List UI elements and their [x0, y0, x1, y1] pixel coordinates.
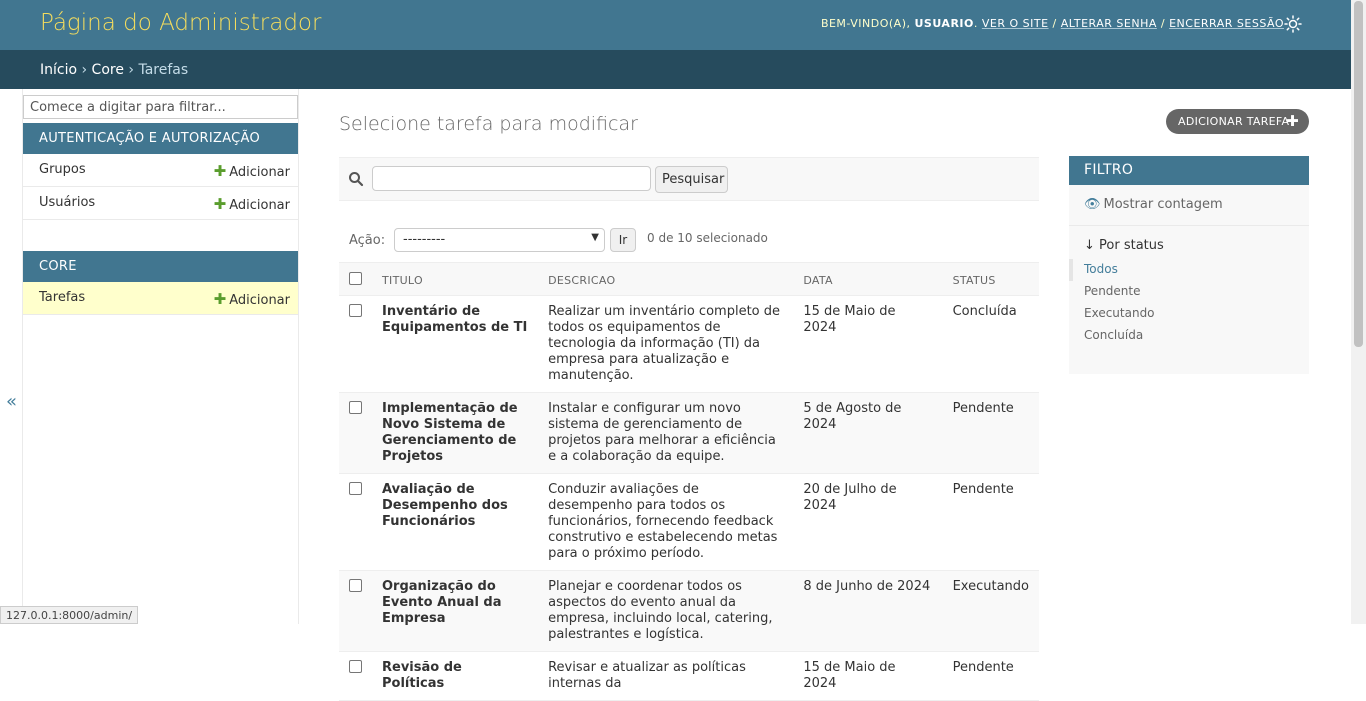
- sidebar-filter-input[interactable]: [23, 95, 298, 119]
- row-data: 15 de Maio de 2024: [793, 295, 943, 393]
- sidebar-item-label[interactable]: Usuários: [39, 195, 95, 210]
- search-input[interactable]: [372, 166, 651, 191]
- plus-icon: ✚: [213, 290, 227, 308]
- page-title: Selecione tarefa para modificar: [339, 113, 638, 135]
- page-scrollbar[interactable]: [1351, 0, 1366, 624]
- row-data: 5 de Agosto de 2024: [793, 392, 943, 474]
- nav-sidebar: Autenticação e Autorização Grupos ✚Adici…: [23, 89, 299, 624]
- module-caption-core[interactable]: Core: [23, 251, 298, 282]
- filter-option-todos[interactable]: Todos: [1069, 259, 1309, 281]
- row-select-cell: [339, 295, 372, 393]
- breadcrumb-app[interactable]: Core: [92, 62, 124, 78]
- plus-icon: ✚: [1286, 112, 1299, 130]
- site-header: Página do Administrador Bem-vindo(a), US…: [0, 0, 1351, 50]
- row-descricao: Planejar e coordenar todos os aspectos d…: [538, 570, 794, 652]
- row-data: 8 de Junho de 2024: [793, 570, 943, 652]
- row-checkbox[interactable]: [349, 660, 362, 673]
- add-grupo-link[interactable]: ✚ Adicionar: [214, 162, 290, 180]
- user-tools: Bem-vindo(a), USUARIO. Ver o site / Alte…: [820, 17, 1284, 30]
- row-select-cell: [339, 473, 372, 571]
- site-name[interactable]: Página do Administrador: [40, 10, 321, 36]
- row-data: 20 de Julho de 2024: [793, 473, 943, 571]
- changelist-filter: Filtro 👁 Mostrar contagem ↓ Por status To…: [1069, 156, 1309, 374]
- row-data: 15 de Maio de 2024: [793, 651, 943, 701]
- row-titulo-link[interactable]: Organização do Evento Anual da Empresa: [372, 570, 539, 652]
- breadcrumb: Início › Core › Tarefas: [0, 50, 1351, 89]
- row-checkbox[interactable]: [349, 482, 362, 495]
- row-titulo-link[interactable]: Inventário de Equipamentos de TI: [372, 295, 539, 393]
- show-counts-link[interactable]: 👁 Mostrar contagem: [1069, 185, 1309, 226]
- breadcrumb-home[interactable]: Início: [40, 62, 77, 78]
- filter-option-executando[interactable]: Executando: [1069, 303, 1309, 325]
- row-status: Concluída: [942, 295, 1039, 393]
- select-all-checkbox[interactable]: [349, 272, 362, 285]
- sidebar-item-tarefas: Tarefas ✚ Adicionar: [23, 282, 298, 315]
- row-checkbox[interactable]: [349, 401, 362, 414]
- add-tarefa-button[interactable]: Adicionar tarefa ✚: [1166, 109, 1309, 134]
- actions-bar: Ação: --------- ▼ Ir 0 de 10 selecionado: [339, 226, 1039, 256]
- filter-caption: Filtro: [1069, 156, 1309, 185]
- row-status: Executando: [942, 570, 1039, 652]
- row-descricao: Conduzir avaliações de desempenho para t…: [538, 473, 794, 571]
- sidebar-item-grupos: Grupos ✚ Adicionar: [23, 154, 298, 187]
- row-descricao: Realizar um inventário completo de todos…: [538, 295, 794, 393]
- column-header-status[interactable]: Status: [942, 262, 1039, 296]
- status-bar-url: 127.0.0.1:8000/admin/: [0, 606, 139, 624]
- filter-by-status-heading[interactable]: ↓ Por status: [1069, 226, 1309, 259]
- view-site-link[interactable]: Ver o site: [982, 17, 1049, 30]
- row-titulo-link[interactable]: Revisão de Políticas: [372, 651, 539, 701]
- plus-icon: ✚: [213, 195, 227, 213]
- collapse-icon[interactable]: «: [6, 391, 17, 412]
- row-titulo-link[interactable]: Avaliação de Desempenho dos Funcionários: [372, 473, 539, 571]
- row-select-cell: [339, 570, 372, 652]
- toggle-sidebar-button[interactable]: «: [0, 89, 23, 624]
- welcome-text: Bem-vindo(a),: [820, 17, 915, 30]
- plus-icon: ✚: [213, 162, 227, 180]
- action-select[interactable]: --------- ▼: [394, 228, 605, 252]
- row-select-cell: [339, 651, 372, 701]
- module-caption-auth[interactable]: Autenticação e Autorização: [23, 123, 298, 154]
- row-status: Pendente: [942, 651, 1039, 701]
- action-label: Ação:: [349, 233, 386, 248]
- change-password-link[interactable]: Alterar senha: [1061, 17, 1157, 30]
- add-usuario-link[interactable]: ✚ Adicionar: [214, 195, 290, 213]
- table-row: Implementação de Novo Sistema de Gerenci…: [339, 392, 1039, 474]
- select-all-header: [339, 262, 372, 296]
- table-row: Avaliação de Desempenho dos Funcionários…: [339, 473, 1039, 571]
- row-checkbox[interactable]: [349, 579, 362, 592]
- search-button[interactable]: Pesquisar: [655, 166, 728, 193]
- filter-option-pendente[interactable]: Pendente: [1069, 281, 1309, 303]
- filter-option-concluida[interactable]: Concluída: [1069, 325, 1309, 347]
- result-table: Titulo Descricao Data Status Inventário …: [339, 262, 1039, 701]
- column-header-data[interactable]: Data: [793, 262, 943, 296]
- username: USUARIO: [914, 17, 974, 30]
- logout-link[interactable]: Encerrar sessão: [1169, 17, 1284, 30]
- column-header-titulo[interactable]: Titulo: [372, 262, 539, 296]
- table-row: Revisão de Políticas Revisar e atualizar…: [339, 651, 1039, 701]
- sidebar-item-usuarios: Usuários ✚ Adicionar: [23, 187, 298, 220]
- column-header-descricao[interactable]: Descricao: [538, 262, 794, 296]
- theme-toggle-sun-icon[interactable]: [1284, 15, 1302, 33]
- row-select-cell: [339, 392, 372, 474]
- action-counter: 0 de 10 selecionado: [647, 231, 768, 245]
- row-descricao: Instalar e configurar um novo sistema de…: [538, 392, 794, 474]
- row-titulo-link[interactable]: Implementação de Novo Sistema de Gerenci…: [372, 392, 539, 474]
- sidebar-item-label[interactable]: Grupos: [39, 162, 86, 177]
- chevron-down-icon: ▼: [591, 232, 599, 243]
- sidebar-item-label[interactable]: Tarefas: [39, 290, 85, 305]
- row-checkbox[interactable]: [349, 304, 362, 317]
- go-button[interactable]: Ir: [610, 228, 636, 252]
- table-header-row: Titulo Descricao Data Status: [339, 262, 1039, 296]
- breadcrumb-current: Tarefas: [138, 62, 189, 78]
- row-status: Pendente: [942, 392, 1039, 474]
- search-toolbar: Pesquisar: [339, 157, 1039, 201]
- table-row: Inventário de Equipamentos de TI Realiza…: [339, 295, 1039, 393]
- row-status: Pendente: [942, 473, 1039, 571]
- add-tarefa-link[interactable]: ✚ Adicionar: [214, 290, 290, 308]
- scrollbar-thumb[interactable]: [1354, 1, 1363, 347]
- row-descricao: Revisar e atualizar as políticas interna…: [538, 651, 794, 701]
- table-row: Organização do Evento Anual da Empresa P…: [339, 570, 1039, 652]
- search-icon: [349, 172, 364, 187]
- eye-icon: 👁: [1084, 197, 1101, 212]
